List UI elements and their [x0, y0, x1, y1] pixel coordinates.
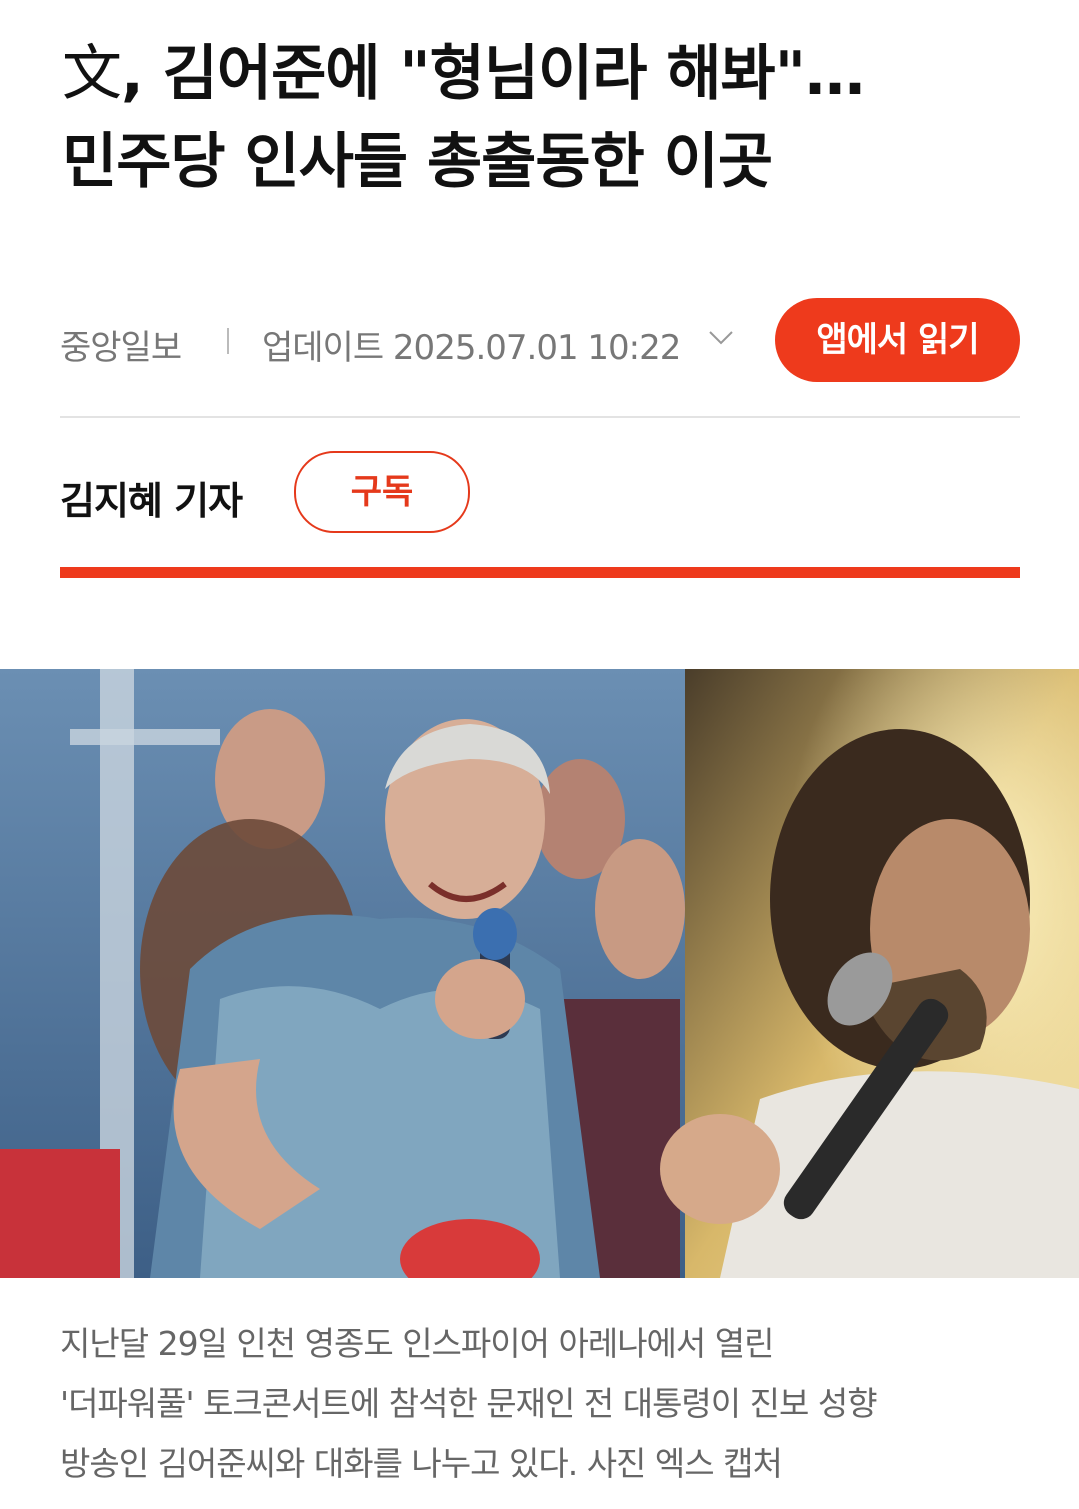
- caption-line1: 지난달 29일 인천 영종도 인스파이어 아레나에서 열린: [60, 1324, 774, 1363]
- caption-line2: '더파워풀' 토크콘서트에 참석한 문재인 전 대통령이 진보 성향: [60, 1384, 878, 1423]
- publisher-name[interactable]: 중앙일보: [60, 320, 182, 369]
- article-photo[interactable]: [0, 669, 1079, 1278]
- meta-divider: [227, 328, 229, 354]
- update-timestamp[interactable]: 업데이트 2025.07.01 10:22: [262, 320, 681, 369]
- article-headline: 文, 김어준에 "형님이라 해봐"… 민주당 인사들 총출동한 이곳: [62, 30, 1022, 206]
- caption-line3: 방송인 김어준씨와 대화를 나누고 있다. 사진 엑스 캡처: [60, 1444, 783, 1483]
- photo-image: [0, 669, 1079, 1278]
- headline-hanja: 文: [62, 39, 122, 109]
- header-accent-rule: [60, 567, 1020, 578]
- chevron-down-icon[interactable]: [706, 322, 736, 352]
- headline-line1: , 김어준에 "형님이라 해봐"…: [121, 39, 865, 109]
- article-meta: 중앙일보 업데이트 2025.07.01 10:22 앱에서 읽기: [60, 298, 1020, 382]
- meta-separator: [60, 416, 1020, 418]
- subscribe-button[interactable]: 구독: [294, 451, 470, 533]
- reporter-name[interactable]: 김지혜 기자: [60, 470, 243, 525]
- read-in-app-button[interactable]: 앱에서 읽기: [775, 298, 1020, 382]
- photo-caption: 지난달 29일 인천 영종도 인스파이어 아레나에서 열린 '더파워풀' 토크콘…: [60, 1314, 1020, 1494]
- headline-line2: 민주당 인사들 총출동한 이곳: [62, 127, 773, 197]
